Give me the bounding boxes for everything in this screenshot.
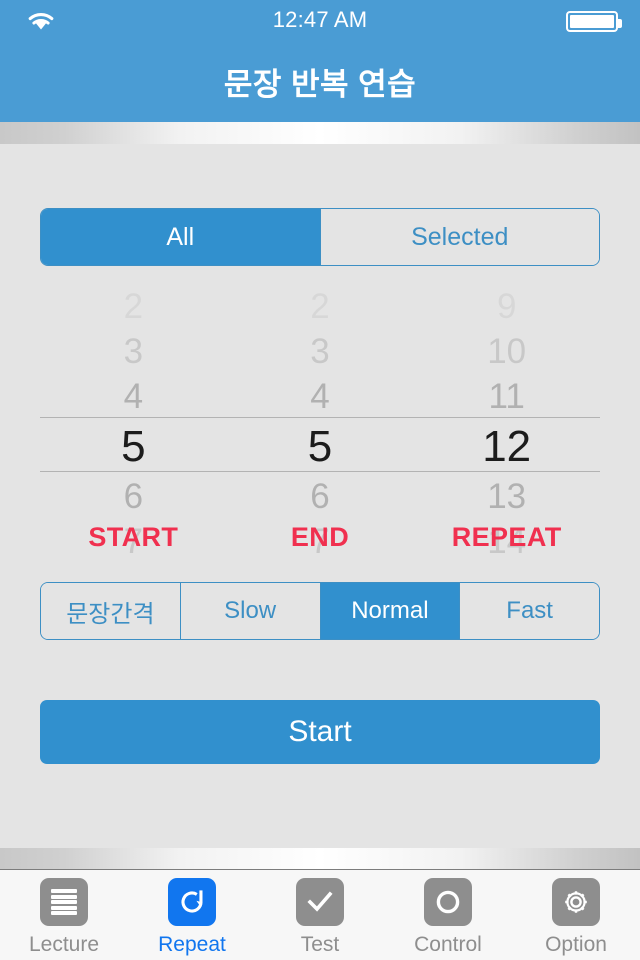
picker-item[interactable]: 7 — [40, 519, 227, 564]
battery-icon — [566, 11, 622, 32]
gear-icon — [552, 878, 600, 926]
picker-item[interactable]: 14 — [413, 519, 600, 564]
picker-group: 2 3 4 5 6 7 8 2 3 4 5 6 7 8 — [40, 292, 600, 572]
page-title: 문장 반복 연습 — [223, 66, 417, 102]
speed-selector[interactable]: 문장간격 Slow Normal Fast — [40, 582, 600, 640]
speed-option-fast[interactable]: Fast — [459, 583, 599, 639]
status-bar: 12:47 AM — [0, 0, 640, 40]
tab-repeat[interactable]: Repeat — [128, 870, 256, 960]
tab-label: Control — [414, 933, 482, 956]
picker-item[interactable]: 8 — [40, 564, 227, 572]
mode-selector[interactable]: All Selected — [40, 208, 600, 266]
picker-item[interactable]: 3 — [227, 329, 414, 374]
picker-item[interactable]: 8 — [227, 564, 414, 572]
tab-label: Test — [300, 933, 340, 956]
tab-bar: Lecture Repeat Test Control Option — [0, 870, 640, 960]
picker-item[interactable]: 3 — [40, 329, 227, 374]
picker-item[interactable]: 4 — [227, 374, 414, 419]
speed-option-normal[interactable]: Normal — [319, 583, 460, 639]
speed-option-slow[interactable]: Slow — [179, 583, 320, 639]
picker-item[interactable]: 4 — [40, 374, 227, 419]
header-divider — [0, 122, 640, 144]
refresh-loop-icon — [168, 878, 216, 926]
navigation-bar: 문장 반복 연습 — [0, 40, 640, 122]
start-button[interactable]: Start — [40, 700, 600, 764]
picker-item[interactable]: 9 — [413, 292, 600, 329]
picker-item[interactable]: 15 — [413, 564, 600, 572]
main-content: All Selected 2 3 4 5 6 7 8 2 3 — [0, 144, 640, 848]
mode-option-selected[interactable]: Selected — [319, 209, 599, 265]
picker-end[interactable]: 2 3 4 5 6 7 8 — [227, 292, 414, 572]
mode-option-all[interactable]: All — [41, 209, 320, 265]
tabbar-divider — [0, 848, 640, 870]
picker-selected-value[interactable]: 5 — [227, 419, 414, 474]
picker-start[interactable]: 2 3 4 5 6 7 8 — [40, 292, 227, 572]
tab-option[interactable]: Option — [512, 870, 640, 960]
picker-item[interactable]: 10 — [413, 329, 600, 374]
tab-label: Lecture — [28, 933, 100, 956]
picker-repeat[interactable]: 9 10 11 12 13 14 15 — [413, 292, 600, 572]
checkmark-icon — [296, 878, 344, 926]
picker-item[interactable]: 6 — [40, 474, 227, 519]
tab-control[interactable]: Control — [384, 870, 512, 960]
picker-item[interactable]: 6 — [227, 474, 414, 519]
speed-option-interval[interactable]: 문장간격 — [41, 583, 180, 639]
tab-test[interactable]: Test — [256, 870, 384, 960]
picker-item[interactable]: 2 — [40, 292, 227, 329]
app-screen: 12:47 AM 문장 반복 연습 All Selected 2 3 4 5 6… — [0, 0, 640, 960]
picker-selected-value[interactable]: 5 — [40, 419, 227, 474]
circle-ring-icon — [424, 878, 472, 926]
picker-item[interactable]: 2 — [227, 292, 414, 329]
picker-item[interactable]: 13 — [413, 474, 600, 519]
tab-lecture[interactable]: Lecture — [0, 870, 128, 960]
picker-item[interactable]: 7 — [227, 519, 414, 564]
picker-item[interactable]: 11 — [413, 374, 600, 419]
list-lines-icon — [40, 878, 88, 926]
tab-label: Repeat — [158, 933, 226, 956]
picker-selected-value[interactable]: 12 — [413, 419, 600, 474]
status-time: 12:47 AM — [272, 7, 368, 32]
tab-label: Option — [545, 933, 607, 956]
